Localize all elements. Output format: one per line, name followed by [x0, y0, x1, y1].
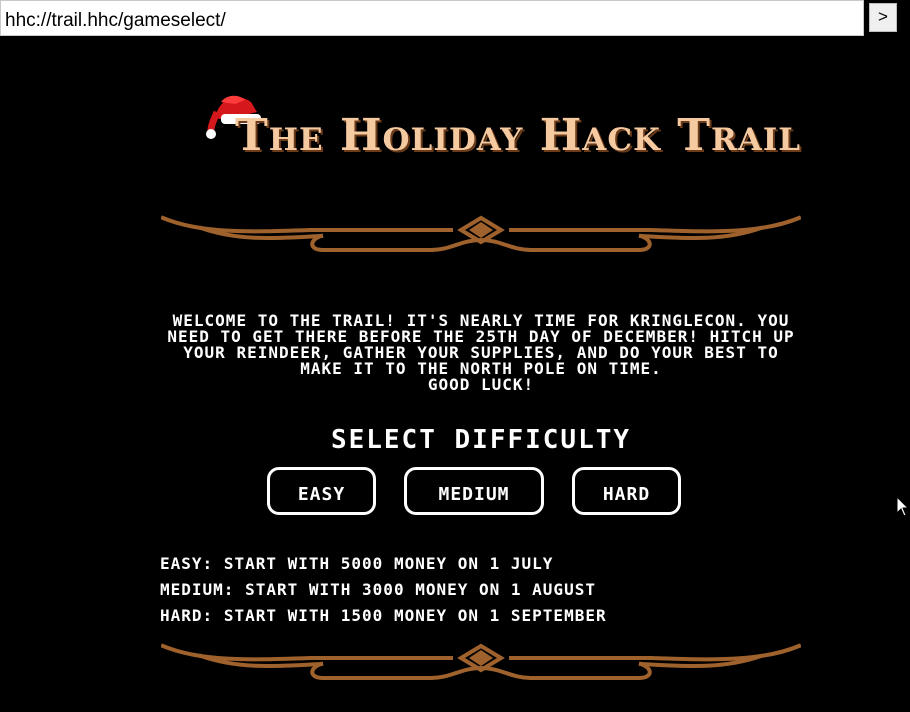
game-title-block: The Holiday Hack Trail: [205, 88, 800, 163]
select-difficulty-heading: Select Difficulty: [330, 425, 632, 455]
game-title: The Holiday Hack Trail: [235, 110, 802, 161]
intro-closing: Good luck!: [427, 375, 535, 394]
description-medium: MEDIUM: Start with 3000 money on 1 Augus…: [160, 579, 810, 605]
address-bar-input[interactable]: [0, 0, 864, 36]
hard-button[interactable]: Hard: [572, 467, 681, 515]
intro-text-block: Welcome to the trail! It's nearly time f…: [160, 313, 802, 393]
easy-button[interactable]: Easy: [267, 467, 376, 515]
medium-button[interactable]: Medium: [404, 467, 544, 515]
ornament-divider-top: [161, 215, 801, 253]
description-easy: EASY: Start with 5000 money on 1 July: [160, 553, 810, 579]
difficulty-descriptions: EASY: Start with 5000 money on 1 July ME…: [160, 553, 810, 631]
description-hard: HARD: Start with 1500 money on 1 Septemb…: [160, 605, 810, 631]
description-level: EASY:: [160, 554, 214, 573]
ornament-divider-bottom: [161, 643, 801, 681]
description-text: Start with 1500 money on 1 September: [223, 606, 607, 625]
description-text: Start with 5000 money on 1 July: [223, 554, 554, 573]
description-level: MEDIUM:: [160, 580, 235, 599]
mouse-cursor-icon: [896, 496, 910, 517]
intro-paragraph: Welcome to the trail! It's nearly time f…: [167, 311, 795, 378]
description-level: HARD:: [160, 606, 214, 625]
description-text: Start with 3000 money on 1 August: [245, 580, 596, 599]
go-button[interactable]: >: [869, 3, 897, 32]
